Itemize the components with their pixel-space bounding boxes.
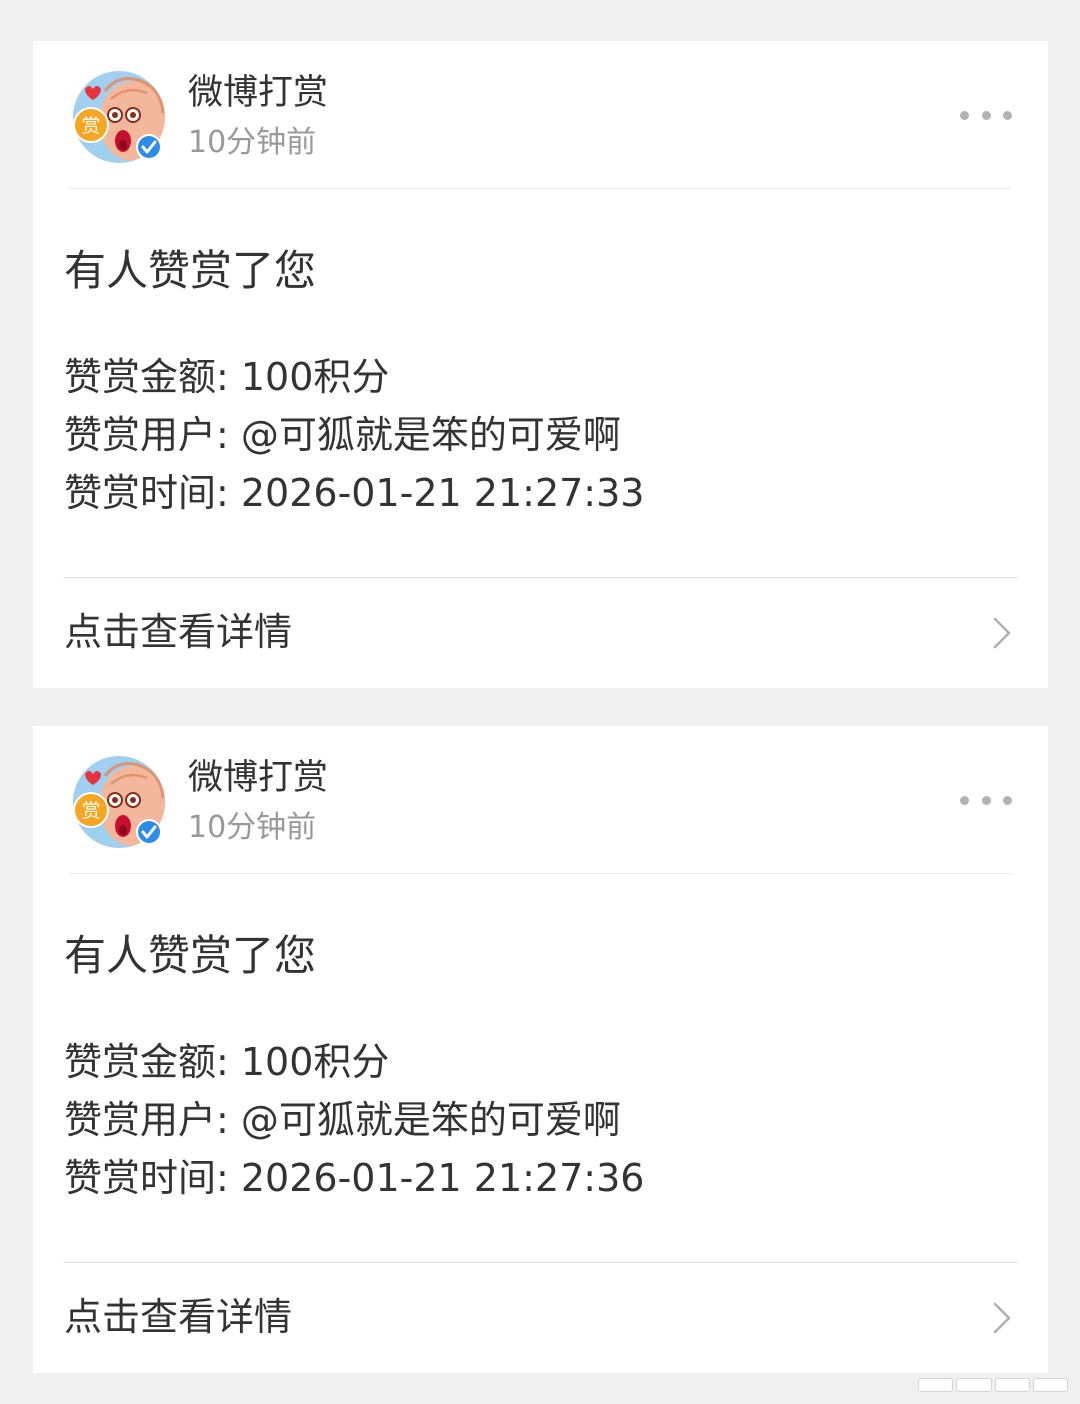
verified-badge-icon [138, 136, 160, 158]
chevron-right-icon [993, 1302, 1011, 1334]
avatar[interactable]: 赏 [71, 69, 167, 165]
notification-title: 有人赞赏了您 [64, 931, 317, 980]
reward-mascot-avatar-icon: 赏 [73, 71, 165, 163]
reward-amount: 赞赏金额: 100积分 [64, 355, 390, 399]
more-options-button[interactable] [960, 101, 1012, 129]
dot-icon [960, 110, 969, 120]
divider [70, 873, 1011, 874]
reward-mascot-avatar-icon: 赏 [73, 756, 165, 848]
svg-text:赏: 赏 [81, 800, 100, 822]
verified-badge-icon [138, 821, 160, 843]
notification-card: 赏 微博打赏 10分钟前 有人赞赏了您 赞赏金额: 100积分 赞赏用户: @可… [33, 726, 1048, 1373]
post-time: 10分钟前 [188, 125, 317, 160]
card-header: 赏 微博打赏 10分钟前 [33, 41, 1048, 189]
notification-feed: 赏 微博打赏 10分钟前 有人赞赏了您 赞赏金额: 100积分 赞赏用户: @可… [0, 0, 1080, 1404]
indicator-segment [956, 1378, 992, 1392]
image-count-indicator [918, 1378, 1068, 1392]
sender-name[interactable]: 微博打赏 [188, 69, 328, 117]
chevron-right-icon [993, 617, 1011, 649]
indicator-segment [918, 1378, 954, 1392]
view-details-label: 点击查看详情 [64, 610, 293, 654]
notification-card: 赏 微博打赏 10分钟前 有人赞赏了您 赞赏金额: 100积分 赞赏用户: @可… [33, 41, 1048, 688]
reward-time: 赞赏时间: 2026-01-21 21:27:36 [64, 1156, 645, 1200]
dot-icon [981, 795, 991, 805]
view-details-link[interactable]: 点击查看详情 [33, 1263, 1048, 1373]
reward-time: 赞赏时间: 2026-01-21 21:27:33 [64, 471, 645, 515]
dot-icon [1003, 110, 1012, 120]
svg-text:赏: 赏 [81, 115, 100, 137]
reward-amount: 赞赏金额: 100积分 [64, 1040, 390, 1084]
reward-details: 赞赏金额: 100积分 赞赏用户: @可狐就是笨的可爱啊 赞赏时间: 2026-… [64, 1033, 644, 1207]
dot-icon [1003, 795, 1012, 805]
reward-user: 赞赏用户: @可狐就是笨的可爱啊 [64, 413, 621, 457]
reward-user: 赞赏用户: @可狐就是笨的可爱啊 [64, 1098, 621, 1142]
view-details-link[interactable]: 点击查看详情 [33, 578, 1048, 688]
avatar[interactable]: 赏 [71, 754, 167, 850]
reward-details: 赞赏金额: 100积分 赞赏用户: @可狐就是笨的可爱啊 赞赏时间: 2026-… [64, 348, 644, 522]
post-time: 10分钟前 [188, 810, 317, 845]
dot-icon [960, 795, 969, 805]
dot-icon [981, 110, 991, 120]
view-details-label: 点击查看详情 [64, 1295, 293, 1339]
sender-name[interactable]: 微博打赏 [188, 754, 328, 802]
notification-title: 有人赞赏了您 [64, 246, 317, 295]
card-header: 赏 微博打赏 10分钟前 [33, 726, 1048, 874]
divider [70, 188, 1011, 189]
indicator-segment [1032, 1378, 1068, 1392]
indicator-segment [994, 1378, 1030, 1392]
more-options-button[interactable] [960, 786, 1012, 814]
